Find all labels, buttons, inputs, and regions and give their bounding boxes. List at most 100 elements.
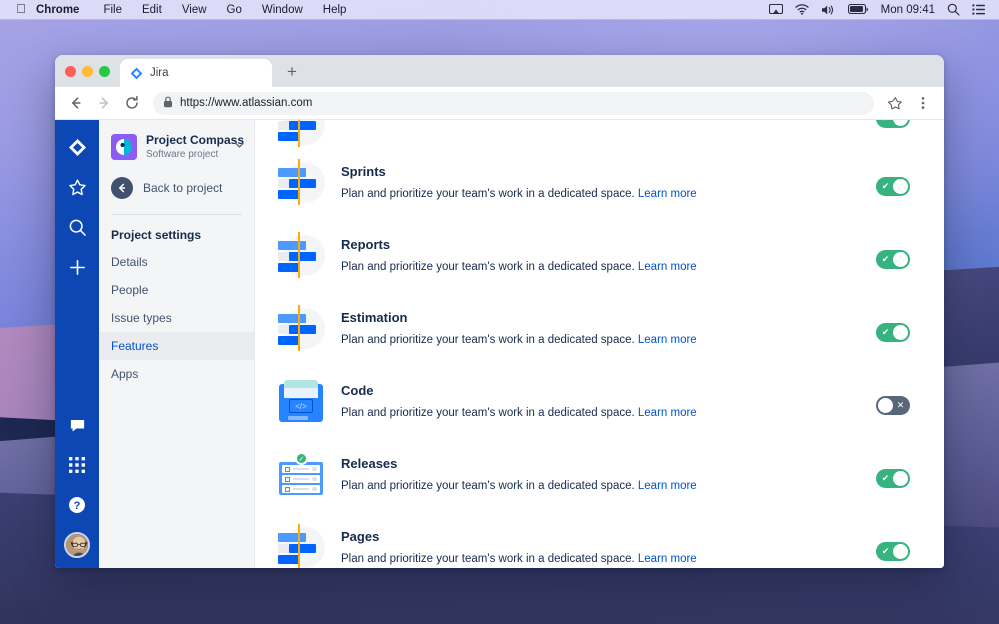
feature-description: Plan and prioritize your team's work in …: [341, 480, 635, 492]
toggle-knob: [893, 120, 908, 126]
reload-icon[interactable]: [119, 90, 145, 116]
feature-row: ✓ Releases Plan and prioritize your team…: [255, 442, 944, 515]
sidebar-divider: [111, 213, 242, 215]
browser-toolbar: https://www.atlassian.com: [55, 87, 944, 120]
help-icon[interactable]: ?: [62, 490, 92, 520]
feature-description: Plan and prioritize your team's work in …: [341, 334, 635, 346]
close-icon: ✕: [896, 400, 905, 410]
learn-more-link[interactable]: Learn more: [638, 261, 697, 273]
feature-row: Pages Plan and prioritize your team's wo…: [255, 515, 944, 568]
back-circle-arrow-icon: [111, 176, 133, 199]
zoom-window-button[interactable]: [99, 65, 110, 77]
feature-title: Reports: [341, 237, 391, 252]
browser-tab-title: Jira: [150, 67, 169, 79]
menu-app-name[interactable]: Chrome: [32, 4, 93, 16]
feature-description: Plan and prioritize your team's work in …: [341, 407, 635, 419]
app-switcher-icon[interactable]: [62, 450, 92, 480]
code-icon: </>: [277, 378, 325, 426]
feature-title: Releases: [341, 456, 398, 471]
forward-arrow-icon[interactable]: [91, 90, 117, 116]
toggle-knob: [893, 471, 908, 486]
sidebar-item-apps[interactable]: Apps: [99, 360, 254, 388]
sidebar-item-details[interactable]: Details: [99, 248, 254, 276]
sidebar-item-issue-types[interactable]: Issue types: [99, 304, 254, 332]
feature-title: Pages: [341, 529, 380, 544]
learn-more-link[interactable]: Learn more: [638, 480, 697, 492]
menu-item-edit[interactable]: Edit: [132, 4, 172, 16]
kebab-menu-icon[interactable]: [910, 90, 936, 116]
airplay-icon[interactable]: [768, 3, 783, 16]
sidebar-item-features[interactable]: Features: [99, 331, 254, 360]
feature-description: Plan and prioritize your team's work in …: [341, 188, 635, 200]
close-window-button[interactable]: [65, 65, 76, 77]
user-avatar[interactable]: [64, 532, 90, 558]
learn-more-link[interactable]: Learn more: [638, 334, 697, 346]
project-name: Project Compass: [146, 133, 245, 147]
features-list: Plan and prioritize your team's work in …: [255, 120, 944, 568]
feature-description: Plan and prioritize your team's work in …: [341, 261, 635, 273]
sidebar-section-title: Project settings: [111, 227, 202, 242]
feature-toggle[interactable]: ✔: [876, 120, 910, 128]
create-icon[interactable]: [62, 252, 92, 282]
feature-toggle[interactable]: ✔: [876, 177, 910, 196]
learn-more-link[interactable]: Learn more: [638, 553, 697, 565]
minimize-window-button[interactable]: [82, 65, 93, 77]
control-center-icon[interactable]: [972, 4, 985, 15]
menu-item-window[interactable]: Window: [252, 4, 313, 16]
feature-toggle[interactable]: ✔: [876, 323, 910, 342]
check-icon: ✔: [881, 473, 890, 483]
starred-icon[interactable]: [62, 172, 92, 202]
apple-logo-icon[interactable]: : [10, 2, 32, 17]
star-icon[interactable]: [882, 90, 908, 116]
jira-application: ? Project Compass Software project Back …: [55, 120, 944, 568]
menu-item-view[interactable]: View: [172, 4, 217, 16]
menu-item-help[interactable]: Help: [313, 4, 357, 16]
back-to-project-button[interactable]: Back to project: [99, 161, 254, 199]
feature-toggle[interactable]: ✔: [876, 250, 910, 269]
feature-title: Estimation: [341, 310, 408, 325]
board-icon: [277, 305, 325, 353]
check-icon: ✔: [881, 181, 890, 191]
new-tab-button[interactable]: +: [278, 58, 306, 86]
address-bar-url[interactable]: https://www.atlassian.com: [180, 97, 312, 109]
back-arrow-icon[interactable]: [63, 90, 89, 116]
learn-more-link[interactable]: Learn more: [638, 407, 697, 419]
volume-icon[interactable]: [821, 4, 836, 16]
learn-more-link[interactable]: Learn more: [638, 188, 697, 200]
menu-item-go[interactable]: Go: [217, 4, 252, 16]
check-icon: ✔: [881, 327, 890, 337]
wifi-icon[interactable]: [794, 4, 809, 15]
feedback-icon[interactable]: [62, 410, 92, 440]
global-navigation-rail: ?: [55, 120, 99, 568]
macos-menu-bar:  Chrome File Edit View Go Window Help M…: [0, 0, 999, 20]
search-icon[interactable]: [62, 212, 92, 242]
board-icon: [277, 524, 325, 568]
check-icon: ✔: [881, 254, 890, 264]
feature-toggle[interactable]: ✔: [876, 469, 910, 488]
project-settings-sidebar: Project Compass Software project Back to…: [99, 120, 255, 568]
feature-toggle[interactable]: ✕: [876, 396, 910, 415]
toggle-knob: [893, 179, 908, 194]
sidebar-item-people[interactable]: People: [99, 276, 254, 304]
battery-icon[interactable]: [847, 4, 869, 15]
feature-row: Sprints Plan and prioritize your team's …: [255, 150, 944, 223]
menu-item-file[interactable]: File: [93, 4, 132, 16]
project-header[interactable]: Project Compass Software project: [99, 133, 254, 161]
project-subtitle: Software project: [146, 148, 219, 160]
board-icon: [277, 232, 325, 280]
toggle-knob: [893, 544, 908, 559]
address-bar[interactable]: https://www.atlassian.com: [153, 91, 874, 115]
feature-toggle[interactable]: ✔: [876, 542, 910, 561]
padlock-icon: [163, 96, 173, 111]
features-content-area: Plan and prioritize your team's work in …: [255, 120, 944, 568]
feature-row: </> Code Plan and prioritize your team's…: [255, 369, 944, 442]
spotlight-search-icon[interactable]: [947, 3, 960, 16]
menubar-clock[interactable]: Mon 09:41: [881, 4, 935, 16]
browser-tab-jira[interactable]: Jira: [120, 59, 272, 87]
toggle-knob: [893, 252, 908, 267]
jira-home-icon[interactable]: [62, 132, 92, 162]
project-avatar: [111, 134, 137, 161]
browser-tab-strip: Jira +: [55, 55, 944, 87]
chevron-down-icon[interactable]: [235, 141, 244, 153]
feature-title: Sprints: [341, 164, 386, 179]
